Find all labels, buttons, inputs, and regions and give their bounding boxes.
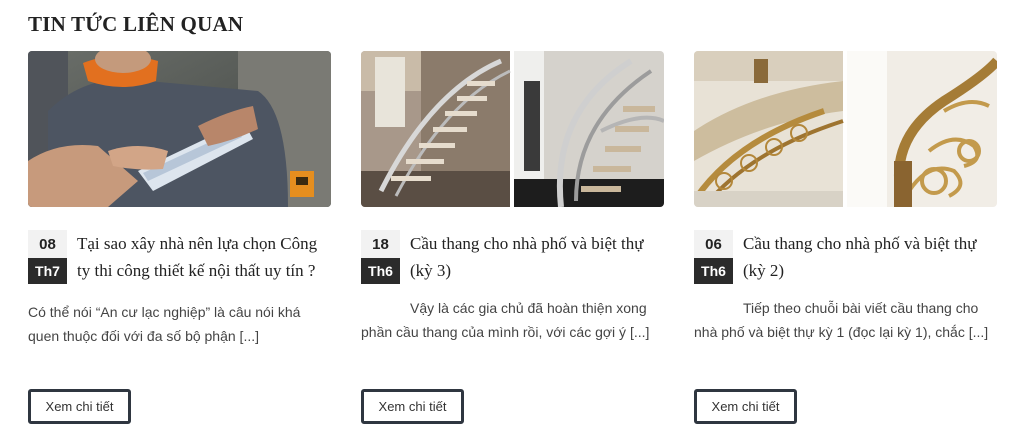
post-title-link[interactable]: Tại sao xây nhà nên lựa chọn Công ty thi…	[77, 230, 331, 284]
post-thumbnail[interactable]	[361, 51, 664, 207]
post-excerpt: Có thể nói “An cư lạc nghiệp” là câu nói…	[28, 304, 301, 344]
post-excerpt-text: Vậy là các gia chủ đã hoàn thiện xong ph…	[361, 300, 650, 340]
post-date-month: Th6	[694, 258, 733, 284]
thumbnail-image-ornate-railing	[694, 51, 997, 207]
post-thumbnail[interactable]	[694, 51, 997, 207]
post-date: 18 Th6	[361, 230, 400, 284]
post-excerpt: Vậy là các gia chủ đã hoàn thiện xong ph…	[361, 296, 664, 344]
post-date-month: Th6	[361, 258, 400, 284]
thumbnail-image-staircase	[361, 51, 664, 207]
post-date-month: Th7	[28, 258, 67, 284]
post-date-day: 08	[28, 230, 67, 258]
post-date-day: 18	[361, 230, 400, 258]
news-card: 18 Th6 Cầu thang cho nhà phố và biệt thự…	[361, 51, 664, 424]
post-excerpt: Tiếp theo chuỗi bài viết cầu thang cho n…	[694, 296, 997, 344]
section-title: TIN TỨC LIÊN QUAN	[28, 12, 244, 36]
post-date-day: 06	[694, 230, 733, 258]
read-more-button[interactable]: Xem chi tiết	[694, 389, 797, 424]
read-more-button[interactable]: Xem chi tiết	[361, 389, 464, 424]
news-card: 08 Th7 Tại sao xây nhà nên lựa chọn Công…	[28, 51, 331, 424]
post-excerpt-text: Tiếp theo chuỗi bài viết cầu thang cho n…	[694, 300, 989, 340]
post-thumbnail[interactable]	[28, 51, 331, 207]
thumbnail-image-workers	[28, 51, 331, 207]
post-title-link[interactable]: Cầu thang cho nhà phố và biệt thự (kỳ 2)	[743, 230, 997, 284]
news-card: 06 Th6 Cầu thang cho nhà phố và biệt thự…	[694, 51, 997, 424]
post-title-link[interactable]: Cầu thang cho nhà phố và biệt thự (kỳ 3)	[410, 230, 664, 284]
post-date: 08 Th7	[28, 230, 67, 284]
read-more-button[interactable]: Xem chi tiết	[28, 389, 131, 424]
post-date: 06 Th6	[694, 230, 733, 284]
